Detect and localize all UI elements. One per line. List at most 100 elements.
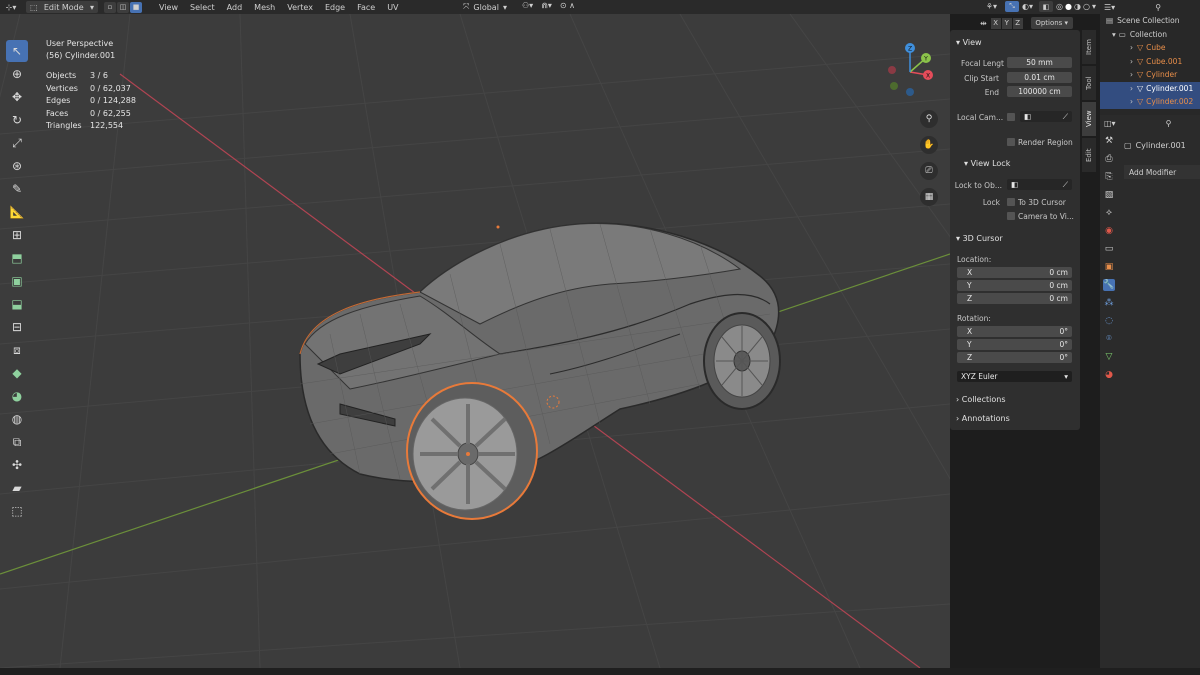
cursor-tool[interactable]: ⊕	[6, 63, 28, 85]
tab-tool[interactable]: Tool	[1082, 66, 1096, 100]
view-lock-header[interactable]: ▾ View Lock	[964, 159, 1010, 168]
output-tab[interactable]: ⎘	[1103, 171, 1115, 183]
world-tab[interactable]: ◉	[1103, 225, 1115, 237]
overlay-icon[interactable]: ◐▾	[1022, 2, 1033, 11]
edge-slide-tool[interactable]: ⧉	[6, 431, 28, 453]
tab-edit[interactable]: Edit	[1082, 138, 1096, 172]
transform-orientation-dropdown[interactable]: ⤧ Global ▾	[463, 1, 515, 13]
menu-select[interactable]: Select	[190, 3, 215, 12]
scale-tool[interactable]: ⤢	[6, 132, 28, 154]
shading-solid-icon[interactable]: ●	[1065, 2, 1072, 11]
menu-edge[interactable]: Edge	[325, 3, 345, 12]
ortho-toggle-button[interactable]: ▦	[920, 188, 938, 206]
tab-item[interactable]: Item	[1082, 30, 1096, 64]
transform-tool[interactable]: ⊛	[6, 155, 28, 177]
3d-cursor-header[interactable]: ▾ 3D Cursor	[956, 234, 1003, 243]
lock-to-cursor-checkbox[interactable]	[1007, 198, 1015, 206]
scene-collection-row[interactable]: ▤ Scene Collection	[1100, 14, 1200, 28]
inset-tool[interactable]: ▣	[6, 270, 28, 292]
tab-view[interactable]: View	[1082, 102, 1096, 136]
vertex-select-button[interactable]: ▫	[104, 1, 116, 13]
axis-y-toggle[interactable]: Y	[1001, 17, 1012, 29]
menu-uv[interactable]: UV	[387, 3, 398, 12]
snap-icon[interactable]: ⋒▾	[541, 1, 552, 10]
clip-start-field[interactable]: 0.01 cm	[1007, 72, 1072, 83]
smooth-tool[interactable]: ◍	[6, 408, 28, 430]
tool-properties-tab[interactable]: ⚒	[1103, 135, 1115, 147]
collection-row[interactable]: ▾ ▭ Collection	[1100, 28, 1200, 42]
chevron-down-icon[interactable]: ▾	[1092, 2, 1096, 11]
render-tab[interactable]: ⎙	[1103, 153, 1115, 165]
visibility-icon[interactable]: ⚘▾	[986, 2, 997, 11]
axis-z-toggle[interactable]: Z	[1012, 17, 1023, 29]
face-select-button[interactable]: ■	[130, 1, 142, 13]
spin-tool[interactable]: ◕	[6, 385, 28, 407]
menu-vertex[interactable]: Vertex	[287, 3, 313, 12]
camera-view-button[interactable]: ⎚	[920, 162, 938, 180]
3d-viewport[interactable]: User Perspective (56) Cylinder.001 Objec…	[0, 14, 950, 668]
pivot-icon[interactable]: ⚇▾	[522, 1, 533, 10]
view-section-header[interactable]: ▾ View	[956, 38, 982, 47]
navigation-gizmo[interactable]: X Y Z	[880, 40, 940, 100]
physics-tab[interactable]: ◌	[1103, 315, 1115, 327]
cursor-rotation-x[interactable]: X 0°	[957, 326, 1072, 337]
modifier-tab[interactable]: 🔧	[1103, 279, 1115, 291]
material-tab[interactable]: ◕	[1103, 369, 1115, 381]
collections-header[interactable]: › Collections	[956, 395, 1006, 404]
pan-button[interactable]: ✋	[920, 136, 938, 154]
zoom-button[interactable]: ⚲	[920, 110, 938, 128]
clip-end-field[interactable]: 100000 cm	[1007, 86, 1072, 97]
outliner-item-cylinder-002[interactable]: › ▽ Cylinder.002	[1100, 95, 1200, 109]
options-dropdown[interactable]: Options ▾	[1030, 17, 1073, 29]
cursor-rotation-y[interactable]: Y 0°	[957, 339, 1072, 350]
menu-face[interactable]: Face	[357, 3, 375, 12]
outliner-item-cube[interactable]: › ▽ Cube	[1100, 41, 1200, 55]
cursor-location-y[interactable]: Y0 cm	[957, 280, 1072, 291]
annotate-tool[interactable]: ✎	[6, 178, 28, 200]
particles-tab[interactable]: ⁂	[1103, 297, 1115, 309]
shading-rendered-icon[interactable]: ○	[1083, 2, 1090, 11]
menu-view[interactable]: View	[159, 3, 178, 12]
poly-build-tool[interactable]: ◆	[6, 362, 28, 384]
rip-tool[interactable]: ⬚	[6, 500, 28, 522]
constraints-tab[interactable]: ⌾	[1103, 333, 1115, 345]
shading-material-icon[interactable]: ◑	[1074, 2, 1081, 11]
gizmo-toggle-button[interactable]: ⤡	[1005, 1, 1020, 12]
properties-editor-icon[interactable]: ◫▾	[1104, 119, 1116, 128]
menu-add[interactable]: Add	[227, 3, 243, 12]
focal-length-field[interactable]: 50 mm	[1007, 57, 1072, 68]
object-tab[interactable]: ▣	[1103, 261, 1115, 273]
local-camera-field[interactable]: ◧ ⟋	[1020, 111, 1072, 122]
shear-tool[interactable]: ▰	[6, 477, 28, 499]
cursor-location-x[interactable]: X0 cm	[957, 267, 1072, 278]
render-region-checkbox[interactable]	[1007, 138, 1015, 146]
data-tab[interactable]: ▽	[1103, 351, 1115, 363]
axis-x-toggle[interactable]: X	[990, 17, 1001, 29]
rotation-mode-dropdown[interactable]: XYZ Euler ▾	[957, 371, 1072, 382]
local-camera-checkbox[interactable]	[1007, 113, 1015, 121]
extrude-tool[interactable]: ⬒	[6, 247, 28, 269]
outliner-display-icon[interactable]: ☰▾	[1104, 3, 1115, 12]
search-icon[interactable]: ⚲	[1155, 3, 1161, 12]
bevel-tool[interactable]: ⬓	[6, 293, 28, 315]
outliner-item-cylinder-001[interactable]: › ▽ Cylinder.001	[1100, 81, 1200, 95]
select-tool[interactable]: ↖	[6, 40, 28, 62]
outliner-item-cube-001[interactable]: › ▽ Cube.001	[1100, 55, 1200, 69]
proportional-edit-icon[interactable]: ⊙ ∧	[560, 1, 575, 10]
add-cube-tool[interactable]: ⊞	[6, 224, 28, 246]
view-layer-tab[interactable]: ▧	[1103, 189, 1115, 201]
shrink-fatten-tool[interactable]: ✣	[6, 454, 28, 476]
collection-tab[interactable]: ▭	[1103, 243, 1115, 255]
knife-tool[interactable]: ⧈	[6, 339, 28, 361]
cursor-location-z[interactable]: Z0 cm	[957, 293, 1072, 304]
measure-tool[interactable]: 📐	[6, 201, 28, 223]
annotations-header[interactable]: › Annotations	[956, 414, 1010, 423]
cursor-rotation-z[interactable]: Z 0°	[957, 352, 1072, 363]
move-tool[interactable]: ✥	[6, 86, 28, 108]
lock-to-object-field[interactable]: ◧ ⟋	[1007, 179, 1072, 190]
shading-wire-icon[interactable]: ◎	[1056, 2, 1063, 11]
search-icon[interactable]: ⚲	[1166, 119, 1172, 128]
editor-type-button[interactable]: ⊹▾	[0, 1, 22, 13]
add-modifier-button[interactable]: Add Modifier	[1124, 165, 1200, 179]
xray-button[interactable]: ◧	[1039, 1, 1054, 12]
